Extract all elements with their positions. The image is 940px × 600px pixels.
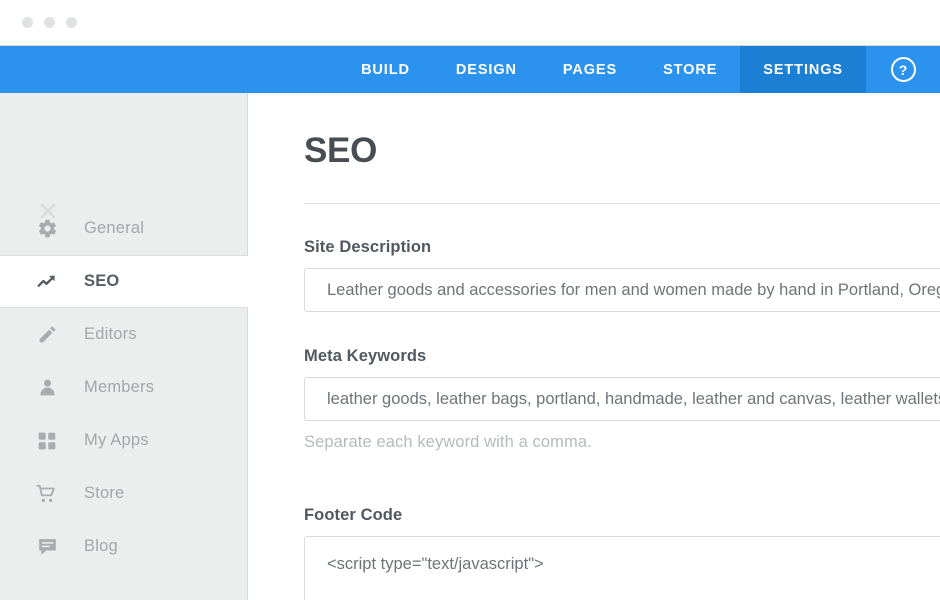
sidebar-item-seo[interactable]: SEO	[0, 255, 248, 308]
sidebar-item-label: SEO	[84, 272, 119, 291]
sidebar-item-members[interactable]: Members	[0, 361, 248, 414]
minimize-window-button[interactable]	[44, 17, 55, 28]
sidebar-item-label: Store	[84, 484, 124, 503]
field-meta-keywords: Meta Keywords leather goods, leather bag…	[304, 347, 940, 452]
sidebar-item-editors[interactable]: Editors	[0, 308, 248, 361]
top-navigation-bar: BUILD DESIGN PAGES STORE SETTINGS ?	[0, 46, 940, 93]
question-mark-icon: ?	[891, 57, 916, 82]
field-label: Site Description	[304, 238, 940, 257]
field-value: leather goods, leather bags, portland, h…	[305, 390, 940, 409]
gear-icon	[34, 218, 60, 239]
field-value: Leather goods and accessories for men an…	[305, 281, 940, 300]
sidebar-nav-list: General SEO Editors	[0, 202, 248, 573]
tab-design[interactable]: DESIGN	[433, 46, 540, 93]
tab-store[interactable]: STORE	[640, 46, 740, 93]
trend-up-icon	[34, 271, 60, 293]
settings-sidebar: General SEO Editors	[0, 93, 248, 600]
page-title: SEO	[304, 133, 377, 168]
field-label: Footer Code	[304, 506, 940, 525]
window-title-bar	[0, 0, 940, 46]
field-site-description: Site Description Leather goods and acces…	[304, 238, 940, 312]
app-window: BUILD DESIGN PAGES STORE SETTINGS ? Gene…	[0, 0, 940, 600]
sidebar-item-store[interactable]: Store	[0, 467, 248, 520]
sidebar-item-label: Blog	[84, 537, 118, 556]
tab-settings[interactable]: SETTINGS	[740, 46, 866, 93]
title-divider	[304, 203, 940, 204]
sidebar-item-general[interactable]: General	[0, 202, 248, 255]
meta-keywords-input[interactable]: leather goods, leather bags, portland, h…	[304, 377, 940, 421]
pencil-icon	[34, 324, 60, 345]
cart-icon	[34, 483, 60, 505]
field-value: <script type="text/javascript">	[305, 537, 940, 574]
tab-pages[interactable]: PAGES	[540, 46, 640, 93]
site-description-input[interactable]: Leather goods and accessories for men an…	[304, 268, 940, 312]
help-button[interactable]: ?	[866, 46, 940, 93]
sidebar-item-label: General	[84, 219, 144, 238]
sidebar-item-my-apps[interactable]: My Apps	[0, 414, 248, 467]
sidebar-item-label: My Apps	[84, 431, 149, 450]
field-footer-code: Footer Code <script type="text/javascrip…	[304, 506, 940, 600]
sidebar-item-blog[interactable]: Blog	[0, 520, 248, 573]
close-window-button[interactable]	[22, 17, 33, 28]
sidebar-item-label: Editors	[84, 325, 137, 344]
window-controls	[22, 17, 77, 28]
grid-apps-icon	[34, 431, 60, 451]
field-label: Meta Keywords	[304, 347, 940, 366]
meta-keywords-hint: Separate each keyword with a comma.	[304, 433, 940, 452]
sidebar-item-label: Members	[84, 378, 154, 397]
person-icon	[34, 377, 60, 398]
comment-icon	[34, 536, 60, 557]
footer-code-textarea[interactable]: <script type="text/javascript">	[304, 536, 940, 600]
tab-build[interactable]: BUILD	[338, 46, 433, 93]
settings-content-panel: SEO Site Description Leather goods and a…	[249, 93, 940, 600]
maximize-window-button[interactable]	[66, 17, 77, 28]
